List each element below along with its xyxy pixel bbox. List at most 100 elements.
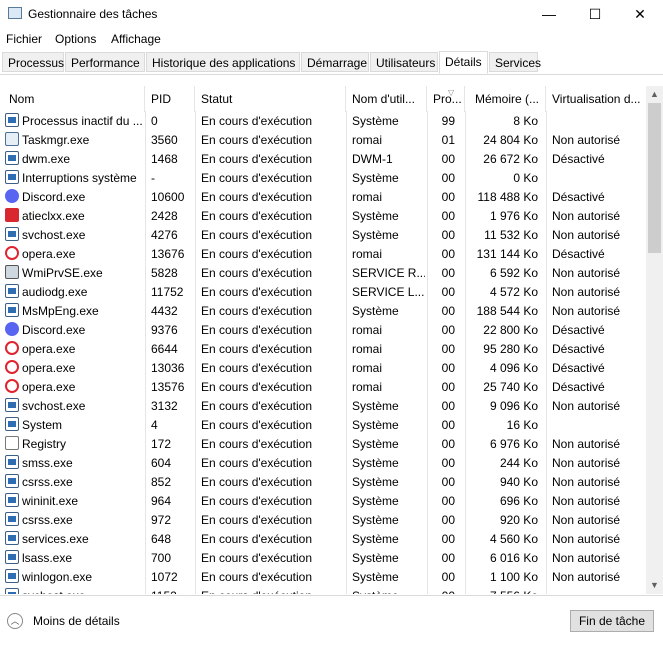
process-row[interactable]: dwm.exe 1468 En cours d'exécution DWM-1 00 26… — [0, 149, 646, 168]
tab-processus[interactable]: Processus — [2, 52, 64, 72]
cell-name: csrss.exe — [22, 475, 73, 489]
cell-cpu: 00 — [441, 304, 455, 318]
cell-status: En cours d'exécution — [201, 247, 313, 261]
less-details-link[interactable]: Moins de détails — [33, 614, 120, 628]
cell-mem: 26 672 Ko — [483, 152, 538, 166]
maximize-button[interactable]: ☐ — [572, 0, 618, 28]
cell-pid: 3132 — [151, 399, 178, 413]
column-statut[interactable]: Statut — [195, 86, 346, 112]
chevron-up-icon[interactable]: ︿ — [7, 613, 23, 629]
opera-icon — [5, 360, 19, 374]
scroll-thumb[interactable] — [648, 103, 661, 253]
process-row[interactable]: opera.exe 13576 En cours d'exécution romai 0… — [0, 377, 646, 396]
cell-status: En cours d'exécution — [201, 190, 313, 204]
process-row[interactable]: winlogon.exe 1072 En cours d'exécution Syst… — [0, 567, 646, 586]
process-row[interactable]: lsass.exe 700 En cours d'exécution Système 0… — [0, 548, 646, 567]
cell-pid: 700 — [151, 551, 172, 565]
process-row[interactable]: opera.exe 6644 En cours d'exécution romai 00… — [0, 339, 646, 358]
cell-virt: Non autorisé — [552, 266, 621, 280]
process-row[interactable]: atieclxx.exe 2428 En cours d'exécution Syst… — [0, 206, 646, 225]
process-row[interactable]: Registry 172 En cours d'exécution Système 00… — [0, 434, 646, 453]
cell-status: En cours d'exécution — [201, 171, 313, 185]
process-row[interactable]: Discord.exe 9376 En cours d'exécution romai… — [0, 320, 646, 339]
cell-name: dwm.exe — [22, 152, 71, 166]
process-row[interactable]: Processus inactif du ... 0 En cours d'exéc… — [0, 111, 646, 130]
close-button[interactable]: ✕ — [617, 0, 663, 28]
generic-icon — [5, 417, 19, 431]
generic-icon — [5, 113, 19, 127]
column-memoire[interactable]: Mémoire (... — [465, 86, 546, 112]
tab-details[interactable]: Détails — [439, 51, 488, 74]
opera-icon — [5, 246, 19, 260]
process-row[interactable]: wininit.exe 964 En cours d'exécution Systèm… — [0, 491, 646, 510]
cell-pid: 6644 — [151, 342, 178, 356]
process-row[interactable]: Taskmgr.exe 3560 En cours d'exécution romai… — [0, 130, 646, 149]
cell-cpu: 00 — [441, 228, 455, 242]
cell-virt: Non autorisé — [552, 475, 621, 489]
tab-performance[interactable]: Performance — [65, 52, 145, 72]
cell-mem: 25 740 Ko — [483, 380, 538, 394]
tab-historique[interactable]: Historique des applications — [146, 52, 300, 72]
tab-utilisateurs[interactable]: Utilisateurs — [370, 52, 438, 72]
cell-name: System — [22, 418, 63, 432]
process-row[interactable]: Discord.exe 10600 En cours d'exécution roma… — [0, 187, 646, 206]
process-row[interactable]: smss.exe 604 En cours d'exécution Système 00… — [0, 453, 646, 472]
process-row[interactable]: opera.exe 13676 En cours d'exécution romai 0… — [0, 244, 646, 263]
tab-services[interactable]: Services — [489, 52, 541, 72]
window-title: Gestionnaire des tâches — [28, 7, 158, 21]
cell-mem: 6 016 Ko — [489, 551, 538, 565]
cell-name: Registry — [22, 437, 67, 451]
generic-icon — [5, 512, 19, 526]
vertical-scrollbar[interactable]: ▲ ▼ — [646, 86, 663, 594]
process-row[interactable]: opera.exe 13036 En cours d'exécution romai 0… — [0, 358, 646, 377]
cell-name: opera.exe — [22, 247, 76, 261]
process-row[interactable]: WmiPrvSE.exe 5828 En cours d'exécution SERV… — [0, 263, 646, 282]
process-row[interactable]: System 4 En cours d'exécution Système 00 16 K… — [0, 415, 646, 434]
cell-virt: Non autorisé — [552, 133, 621, 147]
column-processeur[interactable]: Pro... — [427, 86, 465, 112]
generic-icon — [5, 398, 19, 412]
scroll-up-icon[interactable]: ▲ — [646, 86, 663, 103]
process-row[interactable]: svchost.exe 3132 En cours d'exécution Systè… — [0, 396, 646, 415]
column-virtualisation[interactable]: Virtualisation d... — [546, 86, 646, 112]
cell-user: Système — [352, 304, 399, 318]
process-row[interactable]: csrss.exe 852 En cours d'exécution Système 0… — [0, 472, 646, 491]
cell-cpu: 00 — [441, 456, 455, 470]
process-row[interactable]: svchost.exe 1152 En cours d'exécution Systè… — [0, 586, 646, 594]
process-row[interactable]: svchost.exe 4276 En cours d'exécution Systè… — [0, 225, 646, 244]
menu-affichage[interactable]: Affichage — [111, 32, 161, 46]
cell-status: En cours d'exécution — [201, 361, 313, 375]
process-row[interactable]: audiodg.exe 11752 En cours d'exécution SERV… — [0, 282, 646, 301]
cell-mem: 8 Ko — [513, 114, 538, 128]
tab-demarrage[interactable]: Démarrage — [301, 52, 369, 72]
process-row[interactable]: services.exe 648 En cours d'exécution Systè… — [0, 529, 646, 548]
cell-pid: 11752 — [151, 285, 184, 299]
column-pid[interactable]: PID — [145, 86, 195, 112]
column-utilisateur[interactable]: Nom d'util... — [346, 86, 427, 112]
process-row[interactable]: MsMpEng.exe 4432 En cours d'exécution Systè… — [0, 301, 646, 320]
cell-pid: 1468 — [151, 152, 178, 166]
process-row[interactable]: Interruptions système - En cours d'exécuti… — [0, 168, 646, 187]
column-nom[interactable]: Nom — [0, 86, 145, 112]
cell-status: En cours d'exécution — [201, 152, 313, 166]
end-task-button[interactable]: Fin de tâche — [570, 610, 654, 632]
cell-mem: 9 096 Ko — [489, 399, 538, 413]
cell-user: romai — [352, 133, 383, 147]
generic-icon — [5, 151, 19, 165]
cell-user: romai — [352, 380, 383, 394]
cell-user: Système — [352, 494, 399, 508]
cell-status: En cours d'exécution — [201, 209, 313, 223]
cell-cpu: 00 — [441, 532, 455, 546]
minimize-button[interactable]: — — [526, 0, 572, 28]
cell-name: wininit.exe — [22, 494, 79, 508]
scroll-down-icon[interactable]: ▼ — [646, 577, 663, 594]
generic-icon — [5, 284, 19, 298]
menu-options[interactable]: Options — [55, 32, 96, 46]
cell-name: WmiPrvSE.exe — [22, 266, 103, 280]
cell-pid: 852 — [151, 475, 172, 489]
menu-fichier[interactable]: Fichier — [6, 32, 42, 46]
cell-mem: 6 592 Ko — [489, 266, 538, 280]
cell-mem: 4 572 Ko — [489, 285, 538, 299]
opera-icon — [5, 379, 19, 393]
process-row[interactable]: csrss.exe 972 En cours d'exécution Système 0… — [0, 510, 646, 529]
